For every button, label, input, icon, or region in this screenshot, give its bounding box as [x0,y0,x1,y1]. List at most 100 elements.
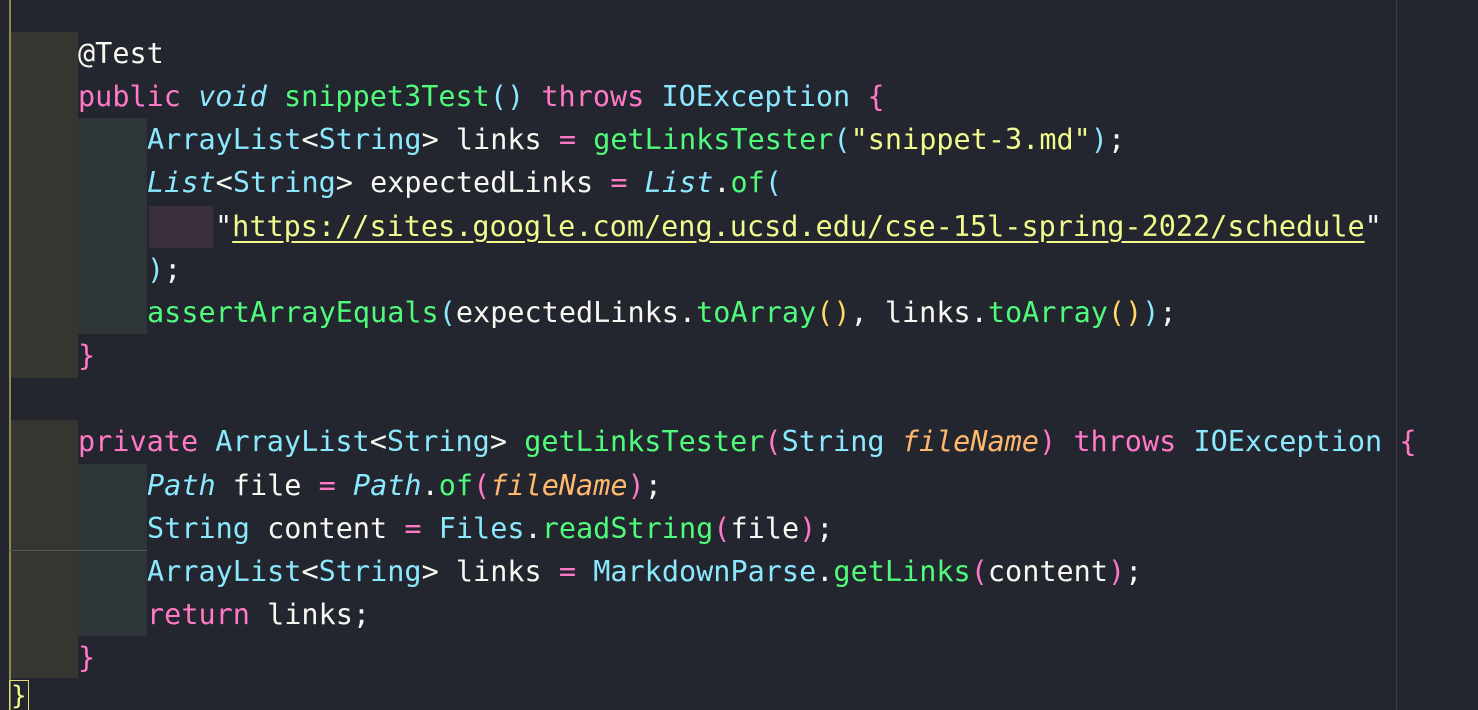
brace-token: { [867,80,885,113]
punct-token: ; [1107,123,1126,156]
string-token: "snippet-3.md" [850,123,1091,156]
identifier-token: file [730,512,800,545]
code-line-method1-close-call[interactable]: ); [147,248,181,291]
paren-token: () [816,296,851,329]
type-token: ArrayList [147,123,302,156]
brace-token: { [1399,425,1417,458]
punct-token: ; [1159,296,1177,329]
punct-token: ; [164,253,182,286]
keyword-token: public [78,80,181,113]
identifier-token: , links. [850,296,988,329]
type-token: String [386,425,490,458]
function-token: toArray [987,296,1108,329]
code-line-method1-signature[interactable]: public void snippet3Test() throws IOExce… [78,75,885,118]
punct-token: . [816,555,834,588]
indent-guide-method1-body [78,118,147,334]
code-line-annotation[interactable]: @Test [78,32,164,75]
type-token: String [318,555,422,588]
function-token: of [438,469,474,502]
type-token: IOException [661,80,851,113]
identifier-token: links; [249,598,371,631]
paren-token: ) [1090,123,1108,156]
keyword-token: private [78,425,199,458]
code-line-method1-body-2[interactable]: List<String> expectedLinks = List.of( [147,161,782,204]
identifier-token: expectedLinks. [455,296,697,329]
paren-token: ) [147,253,165,286]
operator-token: = [610,166,628,199]
code-line-method1-close[interactable]: } [78,334,95,377]
quote-token: " [215,210,233,243]
function-token: of [730,166,765,199]
punct-token: > [421,123,439,156]
identifier-token: file [215,469,319,502]
line-separator [9,550,147,551]
type-token: Path [352,469,422,502]
type-token: String [232,166,336,199]
paren-token: ( [764,425,782,458]
paren-token: ( [473,469,491,502]
identifier-token: content [987,555,1108,588]
paren-token: ( [833,123,851,156]
code-line-method2-body-2[interactable]: String content = Files.readString(file); [147,507,833,550]
paren-token: ( [970,555,988,588]
paren-token: () [1107,296,1143,329]
paren-token: ) [1142,296,1160,329]
code-line-method2-body-1[interactable]: Path file = Path.of(fileName); [147,464,662,507]
method-name-token: getLinksTester [524,425,765,458]
parameter-token: fileName [490,469,628,502]
code-line-method2-body-3[interactable]: ArrayList<String> links = MarkdownParse.… [147,550,1142,593]
keyword-token: throws [1073,425,1177,458]
type-token: void [198,80,267,113]
identifier-token: expectedLinks [352,166,611,199]
paren-token: ) [1038,425,1057,458]
paren-token: ) [1107,555,1126,588]
punct-token: < [215,166,233,199]
indent-guide-method2 [11,420,78,678]
type-token: Path [147,469,216,502]
punct-token: > [335,166,353,199]
function-token: getLinksTester [593,123,834,156]
annotation-token: @Test [78,37,164,70]
punct-token: > [421,555,439,588]
keyword-token: return [147,598,250,631]
code-line-method1-body-1[interactable]: ArrayList<String> links = getLinksTester… [147,118,1125,161]
keyword-token: throws [541,80,645,113]
paren-token: ( [764,166,782,199]
type-token: MarkdownParse [593,555,817,588]
parameter-token: fileName [901,425,1039,458]
brace-token: } [78,339,96,372]
paren-token: () [489,80,525,113]
punct-token: > [489,425,508,458]
code-line-method1-assert[interactable]: assertArrayEquals(expectedLinks.toArray(… [147,291,1177,334]
type-token: String [318,123,422,156]
type-token: ArrayList [147,555,302,588]
quote-token: " [1364,210,1382,243]
punct-token: . [713,166,731,199]
type-token: List [644,166,714,199]
punct-token: < [301,123,319,156]
type-token: Files [438,512,525,545]
brace-token: } [78,641,96,674]
method-name-token: snippet3Test [283,80,490,113]
code-editor[interactable]: @Test public void snippet3Test() throws … [0,0,1478,710]
indent-guide-url-arg [149,206,213,248]
operator-token: = [558,123,577,156]
url-link[interactable]: https://sites.google.com/eng.ucsd.edu/cs… [232,210,1364,243]
punct-token: . [421,469,439,502]
function-token: readString [541,512,714,545]
function-token: assertArrayEquals [147,296,439,329]
code-line-method1-url[interactable]: "https://sites.google.com/eng.ucsd.edu/c… [215,205,1382,248]
paren-token: ( [438,296,456,329]
paren-token: ( [713,512,731,545]
code-line-method2-signature[interactable]: private ArrayList<String> getLinksTester… [78,420,1417,463]
type-token: String [147,512,250,545]
indent-guide-method1 [11,32,78,378]
punct-token: ; [1125,555,1143,588]
function-token: toArray [696,296,817,329]
punct-token: < [301,555,319,588]
code-line-method2-close[interactable]: } [78,636,95,679]
code-line-method2-return[interactable]: return links; [147,593,370,636]
operator-token: = [318,469,336,502]
paren-token: ) [627,469,645,502]
class-close-brace[interactable]: } [9,680,29,710]
